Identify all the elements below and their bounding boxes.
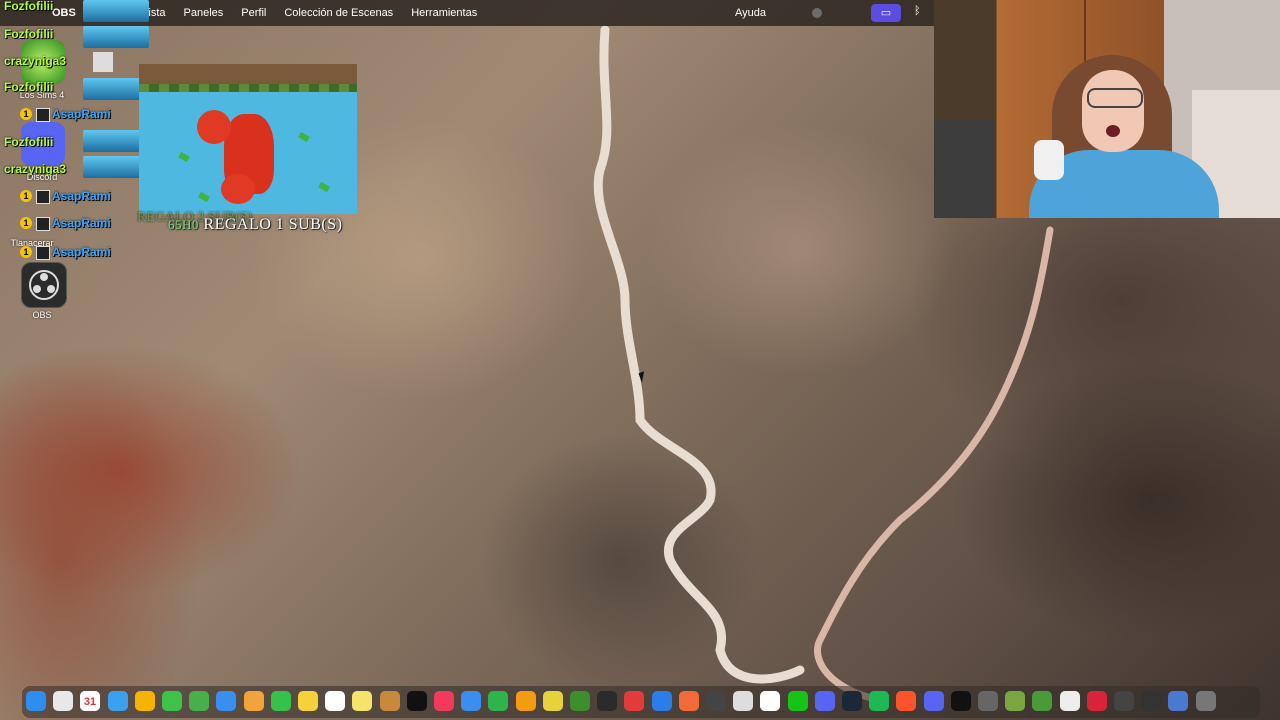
emote-thumbnail xyxy=(83,0,149,22)
bluetooth-icon[interactable]: ᛒ xyxy=(914,5,921,17)
kick-icon[interactable] xyxy=(787,691,808,711)
steam-icon[interactable] xyxy=(842,691,862,711)
minecraft3-icon[interactable] xyxy=(1032,691,1053,711)
chat-username: AsapRami xyxy=(52,245,111,259)
obs-label: OBS xyxy=(32,310,52,320)
alert-curtain xyxy=(139,84,357,92)
chrome-icon[interactable] xyxy=(134,691,155,711)
notes-icon[interactable] xyxy=(298,691,318,711)
webcam-feed xyxy=(934,0,1280,218)
badge-icon xyxy=(36,108,50,122)
badge-icon xyxy=(36,246,50,260)
subscriber-badge-icon: 1 xyxy=(20,217,32,229)
chat-username: Fozfofilii xyxy=(4,80,54,94)
menu-item-perfil[interactable]: Perfil xyxy=(241,7,266,19)
alert-gift-text: 65H0 REGALO 1 SUB(S) xyxy=(168,216,342,234)
minecraft-icon[interactable] xyxy=(570,691,590,711)
emote-thumbnail xyxy=(83,26,149,48)
keynote-icon[interactable] xyxy=(461,691,482,711)
alert-crab-claw xyxy=(221,174,255,204)
pages-icon[interactable] xyxy=(515,691,536,711)
subscription-alert-image xyxy=(139,64,357,214)
chat-username: AsapRami xyxy=(52,189,111,203)
maps-icon[interactable] xyxy=(189,691,210,711)
clock-icon[interactable] xyxy=(706,691,726,711)
window-icon[interactable] xyxy=(1168,691,1189,711)
appletv-icon[interactable] xyxy=(406,691,427,711)
menu-item-coleccion-escenas[interactable]: Colección de Escenas xyxy=(284,7,393,19)
webcam-person-glasses xyxy=(1087,88,1143,108)
subscriber-badge-icon: 1 xyxy=(20,190,32,202)
script-icon[interactable] xyxy=(733,691,754,711)
badge-icon xyxy=(36,217,50,231)
badge-icon xyxy=(36,190,50,204)
alert-gift-prefix: 65H0 xyxy=(168,217,199,232)
stickies-icon[interactable] xyxy=(352,691,373,711)
webcam-person-mouth xyxy=(1106,125,1120,137)
photos-icon[interactable] xyxy=(243,691,264,711)
roblox-icon[interactable] xyxy=(624,691,645,711)
chat-username: Fozfofilii xyxy=(4,27,54,41)
money-icon xyxy=(178,151,190,163)
menu-item-herramientas[interactable]: Herramientas xyxy=(411,7,477,19)
webcam-chair xyxy=(934,120,994,218)
discord-label: Discord xyxy=(26,172,58,182)
money-icon xyxy=(298,131,310,143)
webcam-person-face xyxy=(1082,70,1144,152)
calendar-day[interactable]: 31 xyxy=(80,691,100,711)
launchpad-icon[interactable] xyxy=(53,691,74,711)
stream-chat-overlay: Fozfofilii Fozfofilii crazyniga3 Los Sim… xyxy=(0,0,160,270)
trash-icon[interactable] xyxy=(1195,691,1216,711)
brave-icon[interactable] xyxy=(896,691,917,711)
chat-username: crazyniga3 xyxy=(4,54,67,68)
emote-icon xyxy=(93,52,113,72)
chat-username: Fozfofilii xyxy=(4,135,54,149)
webcam-plush-toy xyxy=(1034,140,1064,180)
chat-username: AsapRami xyxy=(52,107,111,121)
ea-icon[interactable] xyxy=(950,691,971,711)
reminders-icon[interactable] xyxy=(325,691,346,711)
subscriber-badge-icon: 1 xyxy=(20,246,32,258)
gear-icon[interactable] xyxy=(978,691,998,711)
mail-icon[interactable] xyxy=(216,691,237,711)
capcut-icon[interactable] xyxy=(760,691,781,711)
money-icon xyxy=(318,181,330,193)
keyboard-icon[interactable] xyxy=(1114,691,1134,711)
chat-username: AsapRami xyxy=(52,216,111,230)
alert-gift-message: REGALO 1 SUB(S) xyxy=(203,216,343,233)
money-icon xyxy=(198,191,210,203)
document-icon[interactable] xyxy=(1059,691,1080,711)
menu-item-paneles[interactable]: Paneles xyxy=(184,7,224,19)
numbers-icon[interactable] xyxy=(488,691,509,711)
finder-icon[interactable] xyxy=(26,691,46,711)
screen-mirror-icon[interactable]: ▭ xyxy=(871,4,901,22)
figma-icon[interactable] xyxy=(678,691,699,711)
messages-icon[interactable] xyxy=(162,691,182,711)
obs-icon[interactable] xyxy=(21,262,67,308)
safari-icon[interactable] xyxy=(107,691,128,711)
books-icon[interactable] xyxy=(379,691,400,711)
spotify-icon[interactable] xyxy=(869,691,890,711)
music-icon[interactable] xyxy=(434,691,454,711)
chat-username: Fozfofilii xyxy=(4,0,54,13)
minecraft2-icon[interactable] xyxy=(1005,691,1026,711)
pdf-icon[interactable] xyxy=(1086,691,1107,711)
menu-item-ayuda[interactable]: Ayuda xyxy=(735,7,766,19)
status-dot-icon[interactable] xyxy=(812,8,822,18)
facetime-icon[interactable] xyxy=(270,691,291,711)
subscriber-badge-icon: 1 xyxy=(20,108,32,120)
alert-crab-claw xyxy=(197,110,231,144)
discord-icon[interactable] xyxy=(814,691,835,711)
appstore-icon[interactable] xyxy=(651,691,672,711)
discord2-icon[interactable] xyxy=(923,691,944,711)
terminal-icon[interactable] xyxy=(597,691,618,711)
monitor-icon[interactable] xyxy=(1141,691,1162,711)
game-icon[interactable] xyxy=(542,691,563,711)
